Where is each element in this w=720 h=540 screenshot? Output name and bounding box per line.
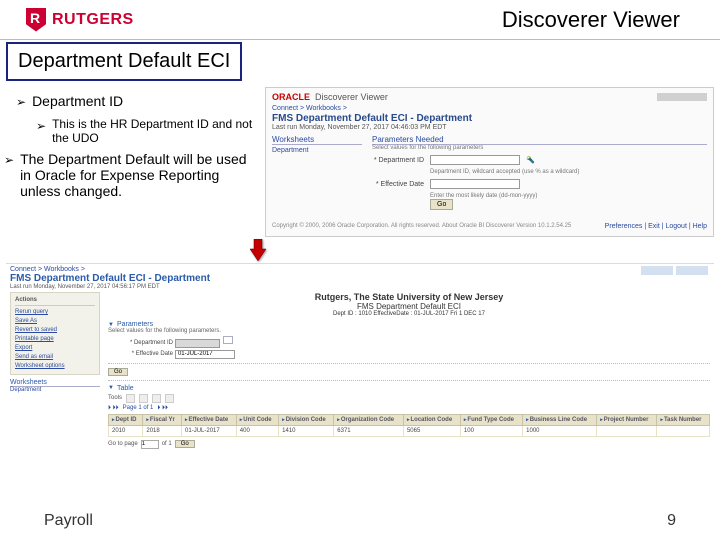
dept-id-input[interactable] [430,155,520,165]
col-task-number[interactable]: Task Number [657,414,710,425]
report-params-line: Dept ID : 1010 EffectiveDate : 01-JUL-20… [108,311,710,317]
result-screenshot: Connect > Workbooks > FMS Department Def… [6,263,714,459]
bullet-2: The Department Default will be used in O… [20,151,255,199]
effective-date-label: * Effective Date [372,181,424,188]
effective-date-hint: Enter the most likely date (dd-mon-yyyy) [430,193,707,199]
university-name: RUTGERS [52,11,134,29]
tool-icon[interactable] [152,394,161,403]
parameters-header: Parameters Needed [372,135,707,145]
action-link[interactable]: Save As [15,317,95,326]
col-business-line-code[interactable]: Business Line Code [523,414,597,425]
actions-header: Actions [15,296,95,306]
parameters-section-title[interactable]: Parameters [108,321,710,328]
rutgers-logo: RUTGERS [26,8,134,32]
page-indicator: Page 1 of 1 [123,405,154,411]
table-section-title[interactable]: Table [108,385,710,392]
tools-label: Tools [108,395,122,401]
bullet-icon [16,93,26,111]
parameter-screenshot: ORACLE Discoverer Viewer Connect > Workb… [265,87,714,237]
action-link[interactable]: Worksheet options [15,362,95,371]
col-fiscal-yr[interactable]: Fiscal Yr [143,414,182,425]
breadcrumb[interactable]: Connect > Workbooks > [10,266,710,273]
report-title: FMS Department Default ECI - Department [272,113,707,124]
placeholder-pill [657,93,707,101]
worksheet-link[interactable]: Department [10,387,100,393]
col-fund-type-code[interactable]: Fund Type Code [460,414,522,425]
dept-id-label: * Department ID [372,157,424,164]
goto-page-go[interactable]: Go [175,440,195,448]
bullet-1a: This is the HR Department ID and not the… [52,117,255,145]
footer-left: Payroll [44,512,93,530]
table-row: 2010 2018 01-JUL-2017 400 1410 6371 5065… [109,425,710,436]
goto-page-input[interactable] [141,440,159,449]
effective-date-input[interactable] [175,350,235,359]
copyright-text: Copyright © 2000, 2006 Oracle Corporatio… [272,223,571,230]
slide-title: Department Default ECI [6,42,242,81]
worksheet-link[interactable]: Department [272,147,362,154]
footer-links[interactable]: Preferences | Exit | Logout | Help [605,223,707,230]
actions-panel: Actions Rerun query Save As Revert to sa… [10,292,100,375]
effective-date-label: * Effective Date [108,351,173,357]
flashlight-icon[interactable] [223,336,233,344]
tool-icon[interactable] [139,394,148,403]
discoverer-label: Discoverer Viewer [315,92,388,102]
effective-date-input[interactable] [430,179,520,189]
oracle-logo: ORACLE [272,92,310,102]
bullet-1: Department ID [32,93,123,111]
rows-per-page[interactable]: ⏵ ⏵⏵ [108,405,119,412]
page-number: 9 [667,512,676,530]
go-button[interactable]: Go [108,368,128,376]
dept-id-label: * Department ID [108,340,173,346]
shield-icon [26,8,46,32]
red-arrow-icon [250,239,266,261]
top-buttons [641,266,708,275]
col-effective-date[interactable]: Effective Date [182,414,237,425]
bullet-icon [36,117,46,145]
parameters-subtitle: Select values for the following paramete… [372,145,707,151]
tool-icon[interactable] [165,394,174,403]
report-title: FMS Department Default ECI - Department [10,273,710,284]
dept-id-input[interactable] [175,339,220,348]
last-run: Last run Monday, November 27, 2017 04:46… [272,124,707,131]
report-subtitle: FMS Department Default ECI [108,302,710,311]
worksheets-header: Worksheets [272,135,362,145]
parameters-subtitle: Select values for the following paramete… [108,328,710,334]
action-link[interactable]: Send as email [15,353,95,362]
col-project-number[interactable]: Project Number [597,414,657,425]
col-unit-code[interactable]: Unit Code [236,414,278,425]
go-button[interactable]: Go [430,199,453,210]
bullet-icon [4,151,14,199]
action-link[interactable]: Export [15,344,95,353]
university-heading: Rutgers, The State University of New Jer… [108,292,710,302]
breadcrumb[interactable]: Connect > Workbooks > [272,105,707,112]
app-title: Discoverer Viewer [502,7,680,33]
col-location-code[interactable]: Location Code [403,414,460,425]
of-pages: of 1 [162,441,172,447]
col-organization-code[interactable]: Organization Code [334,414,404,425]
col-dept-id[interactable]: Dept ID [109,414,143,425]
action-link[interactable]: Revert to saved [15,326,95,335]
action-link[interactable]: Rerun query [15,308,95,317]
results-table: Dept ID Fiscal Yr Effective Date Unit Co… [108,414,710,437]
worksheets-header: Worksheets [10,379,100,387]
slide-title-text: Department Default ECI [18,50,230,72]
action-link[interactable]: Printable page [15,335,95,344]
last-run: Last run Monday, November 27, 2017 04:56… [10,284,710,290]
tool-icon[interactable] [126,394,135,403]
col-division-code[interactable]: Division Code [279,414,334,425]
dept-id-hint: Department ID, wildcard accepted (use % … [430,169,707,175]
flashlight-icon[interactable]: 🔦 [526,156,535,164]
bullet-column: Department ID This is the HR Department … [10,87,255,237]
goto-page-label: Go to page [108,441,138,447]
